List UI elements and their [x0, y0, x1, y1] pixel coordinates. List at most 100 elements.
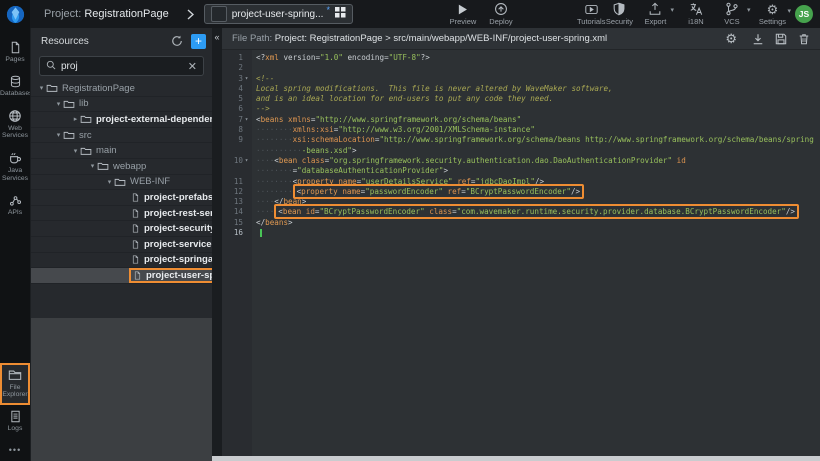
clear-search-icon[interactable]: ✕ [188, 60, 197, 73]
caret-down-icon[interactable]: ▾ [105, 178, 114, 186]
code-line-16: 16 [222, 228, 820, 238]
line-number: 10 [234, 156, 243, 166]
code-line-5: 5and is an ideal location for end-users … [222, 94, 820, 104]
grid-icon[interactable] [335, 7, 346, 21]
sidebar-item-label: Databases [0, 90, 30, 98]
sidebar-item-label: APIs [0, 209, 30, 217]
caret-right-icon[interactable]: ▸ [71, 115, 80, 123]
sidebar-item-label: File Explorer [0, 384, 30, 400]
line-number: 11 [234, 177, 243, 187]
tree-file-project-prefabs.xml[interactable]: project-prefabs.xml [31, 190, 212, 206]
add-resource-button[interactable]: + [191, 34, 206, 49]
tree-folder-main[interactable]: ▾ main [31, 143, 212, 159]
resources-panel: Resources + ✕ ▾RegistrationPage▾lib▸proj… [30, 28, 212, 461]
wavemaker-ide: Project: RegistrationPage project-user-s… [0, 0, 820, 461]
project-breadcrumb[interactable]: Project: RegistrationPage [44, 8, 169, 20]
tutorials-button[interactable]: Tutorials [577, 3, 605, 26]
sidebar-item-label: Java Services [0, 167, 30, 183]
line-number: 12 [234, 187, 243, 197]
sidebar-item-databases[interactable]: Databases [0, 70, 30, 104]
tree-folder-lib[interactable]: ▾lib [31, 97, 212, 113]
tree-item-label: project-prefabs.xml [144, 192, 212, 203]
fold-caret-icon[interactable]: ▾ [243, 115, 250, 125]
tree-folder-RegistrationPage[interactable]: ▾ RegistrationPage [31, 81, 212, 97]
sidebar-item-web-services[interactable]: Web Services [0, 104, 30, 147]
chevron-right-icon [187, 9, 194, 20]
caret-down-icon[interactable]: ▾ [54, 131, 63, 139]
refresh-icon[interactable] [171, 35, 183, 47]
sidebar-item-pages[interactable]: Pages [0, 36, 30, 70]
tree-folder-icon [63, 98, 75, 110]
code-line-3: 3▾<!-- [222, 74, 820, 84]
horizontal-scrollbar[interactable] [212, 456, 820, 461]
code-line-2: 2 [222, 63, 820, 73]
sidebar-item-file-explorer[interactable]: File Explorer [0, 363, 30, 406]
vcs-button[interactable]: VCS [718, 2, 746, 26]
tree-file-project-user-spring.xml[interactable]: project-user-spring.xml [31, 268, 212, 284]
play-icon [456, 3, 469, 16]
i18n-button[interactable]: i18N [682, 2, 710, 26]
line-number: 15 [234, 218, 243, 228]
code-line-10: 10▾····<bean class="org.springframework.… [222, 156, 820, 166]
shield-icon [612, 2, 626, 16]
security-button[interactable]: Security [605, 2, 633, 26]
tree-item-label: project-rest-service.xml [144, 208, 212, 219]
avatar[interactable]: JS [795, 5, 813, 23]
i18n-label: i18N [688, 17, 703, 26]
tree-item-label: RegistrationPage [62, 83, 135, 94]
more-icon[interactable]: ••• [0, 439, 30, 461]
deploy-label: Deploy [489, 17, 512, 26]
deploy-button[interactable]: Deploy [487, 2, 515, 26]
line-number: 9 [238, 135, 243, 145]
tree-file-project-rest-service.xml[interactable]: project-rest-service.xml [31, 206, 212, 222]
code-area[interactable]: 1<?xml version="1.0" encoding="UTF-8"?>2… [222, 50, 820, 461]
tree-item-label: main [96, 145, 117, 156]
line-number: 6 [238, 104, 243, 114]
tree-folder-webapp[interactable]: ▾webapp [31, 159, 212, 175]
collapse-panel-icon[interactable]: « [214, 32, 219, 42]
preview-button[interactable]: Preview [449, 3, 477, 26]
download-icon[interactable] [752, 33, 764, 45]
globe-icon [8, 109, 22, 123]
file-tab[interactable]: project-user-spring... * [204, 4, 353, 24]
line-number: 8 [238, 125, 243, 135]
file-path: File Path: Project: RegistrationPage > s… [232, 33, 607, 44]
api-icon [9, 194, 22, 207]
export-button[interactable]: Export [641, 2, 669, 26]
tree-file-project-security.xml[interactable]: project-security.xml [31, 221, 212, 237]
folder-icon [8, 368, 22, 382]
tree-folder-icon [46, 82, 58, 94]
tree-file-icon [133, 270, 142, 281]
line-number: 5 [238, 94, 243, 104]
caret-down-icon[interactable]: ▾ [71, 147, 80, 155]
tree-file-project-services.xml[interactable]: project-services.xml [31, 237, 212, 253]
fold-caret-icon[interactable]: ▾ [243, 156, 250, 166]
tree-item-label: project-user-spring.xml [146, 270, 212, 281]
save-icon[interactable] [775, 33, 787, 45]
tree-file-project-springapp.xml[interactable]: project-springapp.xml [31, 253, 212, 269]
caret-down-icon[interactable]: ▾ [88, 162, 97, 170]
caret-down-icon[interactable]: ▾ [37, 84, 46, 92]
tree-item-label: src [79, 130, 92, 141]
editor-settings-icon[interactable]: ⚙ [725, 32, 737, 45]
line-number: 14 [234, 207, 243, 217]
project-name: RegistrationPage [84, 8, 168, 20]
vcs-label: VCS [724, 17, 739, 26]
tree-folder-WEB-INF[interactable]: ▾WEB-INF [31, 175, 212, 191]
sidebar-item-java-services[interactable]: Java Services [0, 146, 30, 189]
tree-item-label: project-security.xml [144, 223, 212, 234]
panel-divider[interactable]: « [212, 28, 222, 461]
sidebar-item-apis[interactable]: APIs [0, 189, 30, 223]
fold-caret-icon[interactable]: ▾ [243, 74, 250, 84]
tree-folder-project-external-dependency-jars[interactable]: ▸project-external-dependency-jars [31, 112, 212, 128]
search-input[interactable] [61, 61, 183, 72]
resource-search[interactable]: ✕ [39, 56, 204, 76]
caret-down-icon[interactable]: ▾ [54, 100, 63, 108]
sidebar-item-logs[interactable]: Logs [0, 405, 30, 439]
line-number: 1 [238, 53, 243, 63]
delete-icon[interactable] [798, 33, 810, 45]
wavemaker-logo[interactable] [0, 0, 30, 28]
tree-folder-src[interactable]: ▾ src [31, 128, 212, 144]
file-path-value: Project: RegistrationPage > src/main/web… [275, 33, 607, 44]
settings-button[interactable]: ⚙Settings [758, 3, 786, 26]
